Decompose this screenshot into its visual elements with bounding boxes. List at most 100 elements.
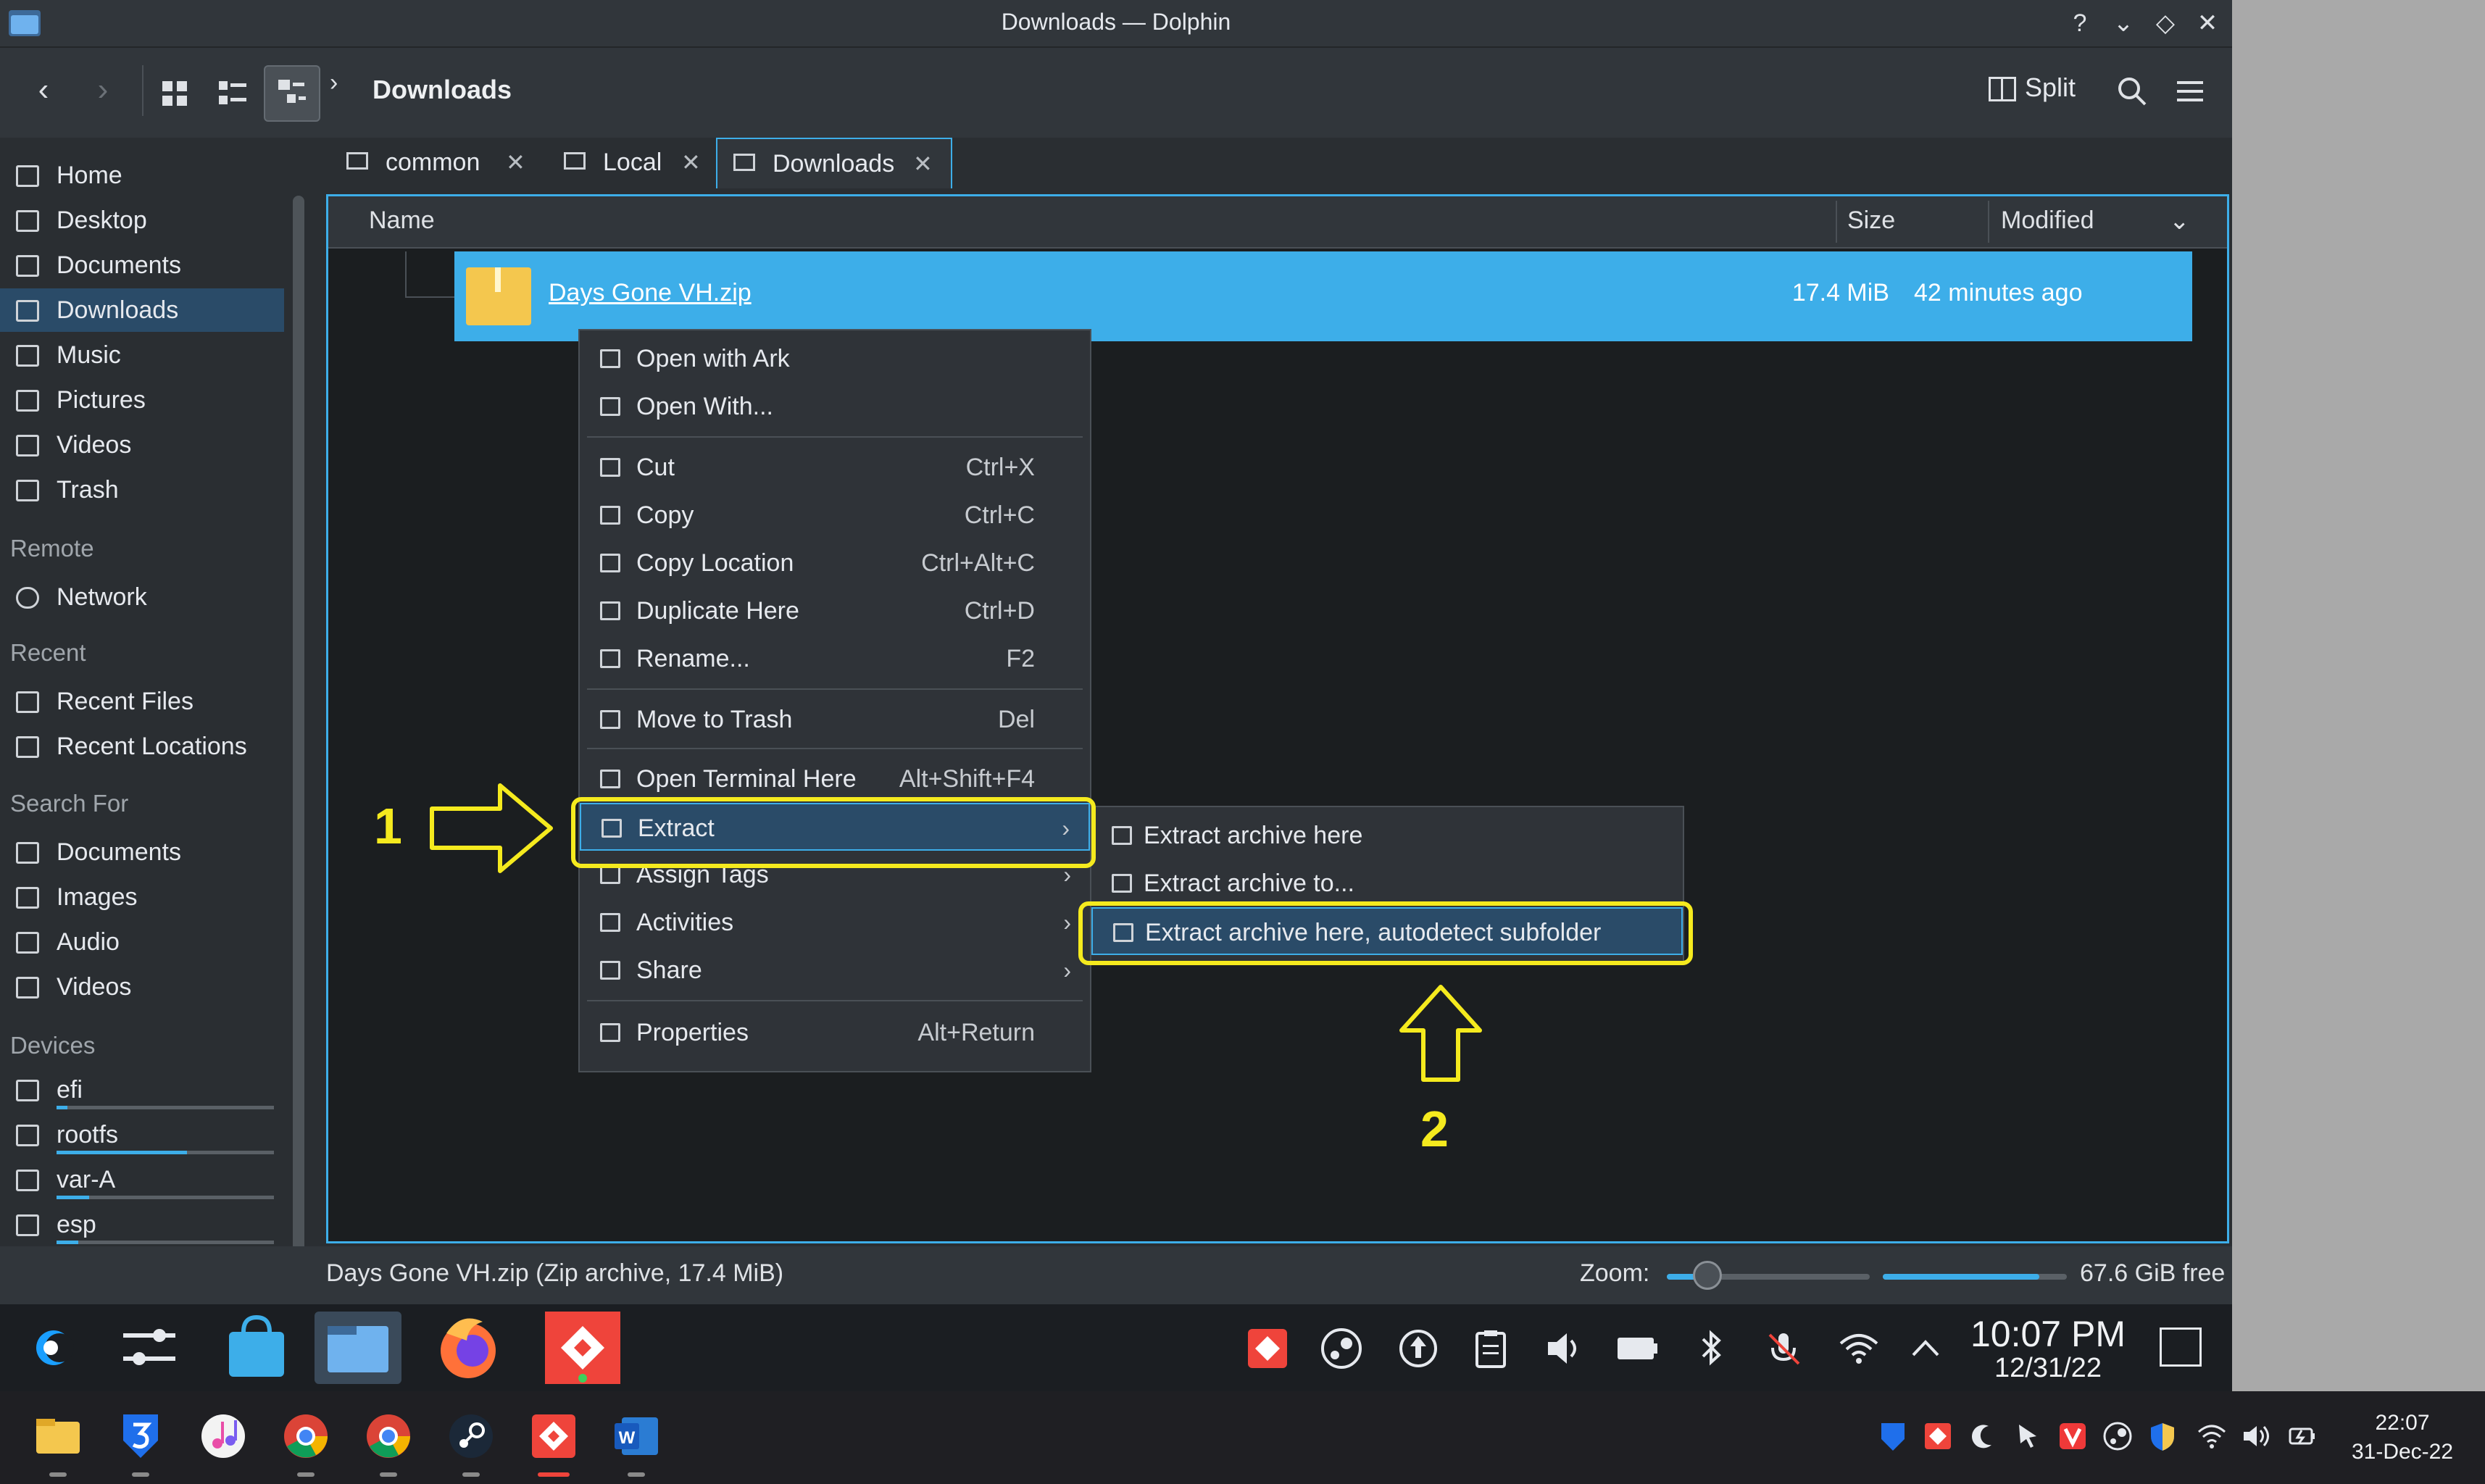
sidebar-item-documents[interactable]: Documents: [0, 243, 284, 287]
tray-app-3-icon[interactable]: [1877, 1420, 1909, 1452]
tab-close-icon[interactable]: ✕: [681, 138, 701, 187]
update-tray-icon[interactable]: [1396, 1326, 1441, 1371]
battery-icon[interactable]: [1615, 1326, 1660, 1371]
sidebar-item-device-efi[interactable]: efi: [0, 1068, 284, 1112]
tray-cursor-icon[interactable]: [2012, 1420, 2044, 1452]
menu-item-open-terminal-here[interactable]: Open Terminal Here Alt+Shift+F4: [580, 755, 1090, 803]
icons-view-button[interactable]: [148, 67, 201, 120]
tray-anydesk-icon[interactable]: [1922, 1420, 1954, 1452]
sidebar-item-pictures[interactable]: Pictures: [0, 378, 284, 422]
menu-item-activities[interactable]: Activities ›: [580, 899, 1090, 946]
highlight-ring-extract: [571, 797, 1096, 868]
sidebar-item-network[interactable]: Network: [0, 575, 284, 619]
plasma-clock[interactable]: 10:07 PM 12/31/22: [1968, 1314, 2128, 1383]
column-name-header[interactable]: Name: [369, 207, 435, 235]
steamos-launcher-icon[interactable]: [7, 1312, 94, 1384]
sidebar-item-search-images[interactable]: Images: [0, 875, 284, 919]
sidebar-item-desktop[interactable]: Desktop: [0, 199, 284, 242]
dolphin-taskbar-icon[interactable]: [315, 1312, 401, 1384]
chrome-icon[interactable]: [281, 1412, 330, 1461]
hamburger-menu-button[interactable]: [2173, 75, 2207, 111]
column-size-header[interactable]: Size: [1847, 207, 1895, 235]
bluetooth-icon[interactable]: [1689, 1326, 1733, 1371]
sidebar-item-device-esp[interactable]: esp: [0, 1203, 284, 1246]
tray-battery-icon[interactable]: [2286, 1420, 2318, 1452]
menu-item-copy-location[interactable]: Copy Location Ctrl+Alt+C: [580, 539, 1090, 587]
app-3-icon[interactable]: [116, 1412, 165, 1461]
tray-security-shield-icon[interactable]: [2147, 1420, 2178, 1452]
menu-item-duplicate-here[interactable]: Duplicate Here Ctrl+D: [580, 587, 1090, 635]
submenu-item-extract-here[interactable]: Extract archive here: [1091, 812, 1683, 859]
wifi-icon[interactable]: [1836, 1326, 1881, 1371]
menu-item-properties[interactable]: Properties Alt+Return: [580, 1009, 1090, 1056]
maximize-button[interactable]: ◇: [2149, 7, 2181, 39]
clipboard-icon[interactable]: [1468, 1326, 1513, 1371]
sidebar-item-search-audio[interactable]: Audio: [0, 920, 284, 964]
submenu-item-extract-to[interactable]: Extract archive to...: [1091, 859, 1683, 907]
details-view-button[interactable]: [264, 65, 320, 122]
menu-item-copy[interactable]: Copy Ctrl+C: [580, 491, 1090, 539]
file-name[interactable]: Days Gone VH.zip: [549, 279, 752, 307]
tab-downloads[interactable]: Downloads ✕: [716, 138, 952, 188]
minimize-button[interactable]: ⌄: [2107, 7, 2139, 39]
tray-expand-chevron-icon[interactable]: [1903, 1326, 1948, 1371]
anydesk-windows-icon[interactable]: [529, 1412, 578, 1461]
show-desktop-button[interactable]: [2160, 1327, 2202, 1367]
tab-close-icon[interactable]: ✕: [913, 139, 933, 188]
tray-wifi-icon[interactable]: [2196, 1420, 2228, 1452]
split-button[interactable]: Split: [1989, 72, 2076, 113]
sidebar-item-search-documents[interactable]: Documents: [0, 830, 284, 874]
itunes-icon[interactable]: [199, 1412, 248, 1461]
tab-common[interactable]: common ✕: [330, 138, 536, 187]
column-divider[interactable]: [1836, 201, 1837, 243]
tray-steam-icon[interactable]: [2102, 1420, 2134, 1452]
menu-item-cut[interactable]: Cut Ctrl+X: [580, 443, 1090, 491]
menu-item-rename[interactable]: Rename... F2: [580, 635, 1090, 683]
word-icon[interactable]: W: [612, 1412, 661, 1461]
volume-icon[interactable]: [1542, 1326, 1587, 1371]
breadcrumb-downloads[interactable]: Downloads: [372, 75, 512, 105]
compact-view-button[interactable]: [206, 67, 259, 120]
steam-tray-icon[interactable]: [1319, 1326, 1364, 1371]
anydesk-tray-icon[interactable]: [1245, 1326, 1290, 1371]
tray-vivaldi-icon[interactable]: [2057, 1420, 2089, 1452]
sidebar-item-device-rootfs[interactable]: rootfs: [0, 1113, 284, 1156]
sidebar-item-recent-locations[interactable]: Recent Locations: [0, 725, 284, 768]
sidebar-item-recent-files[interactable]: Recent Files: [0, 680, 284, 723]
sidebar-item-music[interactable]: Music: [0, 333, 284, 377]
tab-local[interactable]: Local ✕: [548, 138, 722, 187]
back-button[interactable]: ‹: [22, 67, 65, 113]
microphone-muted-icon[interactable]: [1761, 1326, 1806, 1371]
system-settings-icon[interactable]: [106, 1312, 193, 1384]
anydesk-icon[interactable]: [539, 1312, 626, 1384]
chrome-profile-icon[interactable]: [364, 1412, 413, 1461]
tab-close-icon[interactable]: ✕: [506, 138, 525, 187]
menu-item-share[interactable]: Share ›: [580, 946, 1090, 994]
windows-clock[interactable]: 22:07 31-Dec-22: [2341, 1409, 2464, 1467]
sidebar-item-home[interactable]: Home: [0, 154, 284, 197]
sidebar-item-search-videos[interactable]: Videos: [0, 965, 284, 1009]
menu-item-open-with[interactable]: Open With...: [580, 383, 1090, 430]
menu-item-move-to-trash[interactable]: Move to Trash Del: [580, 696, 1090, 743]
file-row-selected[interactable]: Days Gone VH.zip 17.4 MiB 42 minutes ago: [454, 251, 2192, 341]
sidebar-item-downloads[interactable]: Downloads: [0, 288, 284, 332]
close-button[interactable]: ✕: [2191, 7, 2223, 39]
menu-item-open-with-ark[interactable]: Open with Ark: [580, 335, 1090, 383]
discover-store-icon[interactable]: [213, 1312, 300, 1384]
zoom-slider-handle[interactable]: [1693, 1261, 1722, 1290]
tray-volume-icon[interactable]: [2241, 1420, 2273, 1452]
forward-button[interactable]: ›: [81, 67, 125, 113]
steam-icon[interactable]: [446, 1412, 496, 1461]
tray-moon-icon[interactable]: [1967, 1420, 1999, 1452]
file-explorer-icon[interactable]: [33, 1412, 83, 1461]
sidebar-scrollbar[interactable]: [293, 196, 304, 1283]
column-modified-header[interactable]: Modified: [2001, 207, 2094, 235]
sort-chevron-icon[interactable]: ⌄: [2169, 207, 2190, 235]
sidebar-item-videos[interactable]: Videos: [0, 423, 284, 467]
sidebar-item-device-var-a[interactable]: var-A: [0, 1158, 284, 1201]
help-button[interactable]: ?: [2064, 7, 2096, 39]
sidebar-item-trash[interactable]: Trash: [0, 468, 284, 512]
column-divider[interactable]: [1988, 201, 1989, 243]
firefox-icon[interactable]: [425, 1312, 512, 1384]
search-button[interactable]: [2115, 74, 2149, 112]
